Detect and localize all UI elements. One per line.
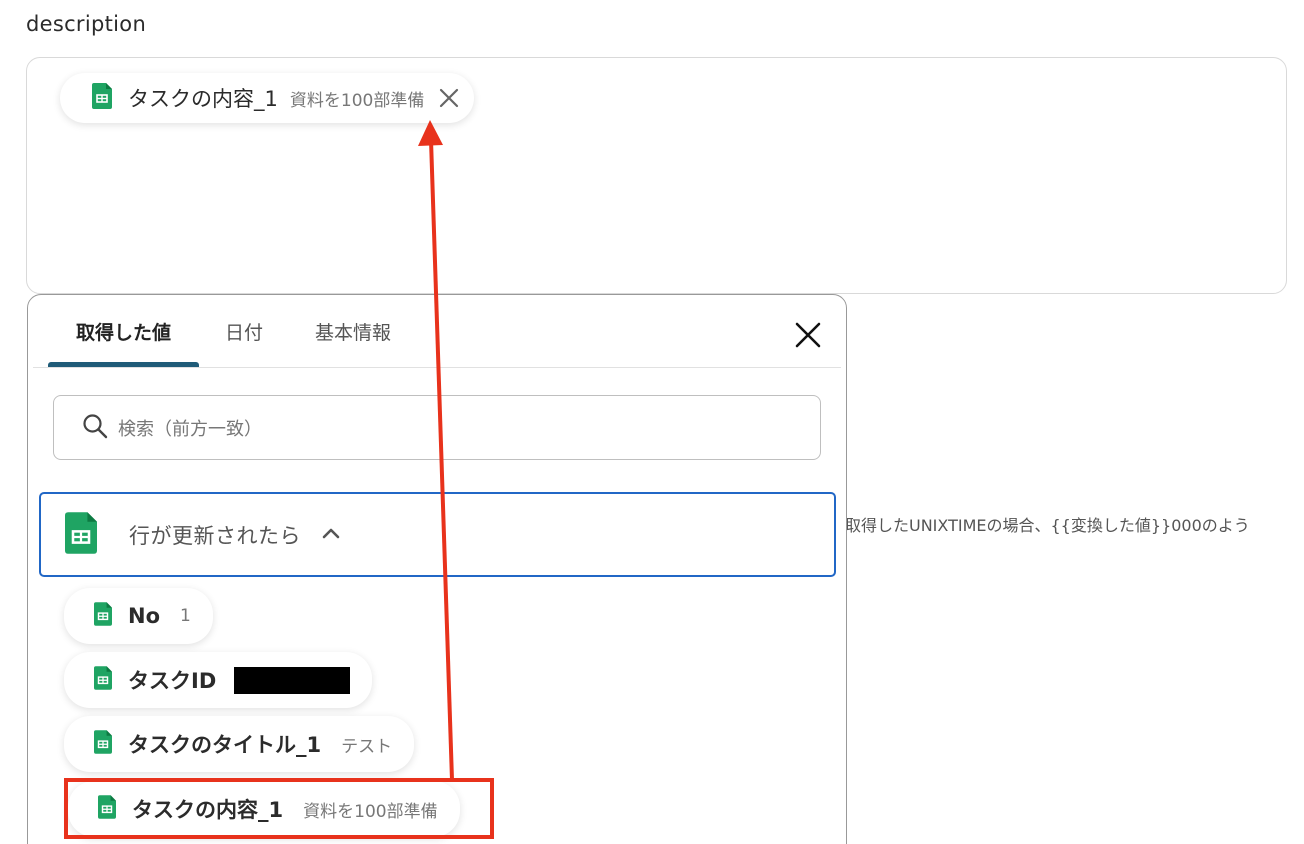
annotation-arrow	[418, 120, 454, 781]
